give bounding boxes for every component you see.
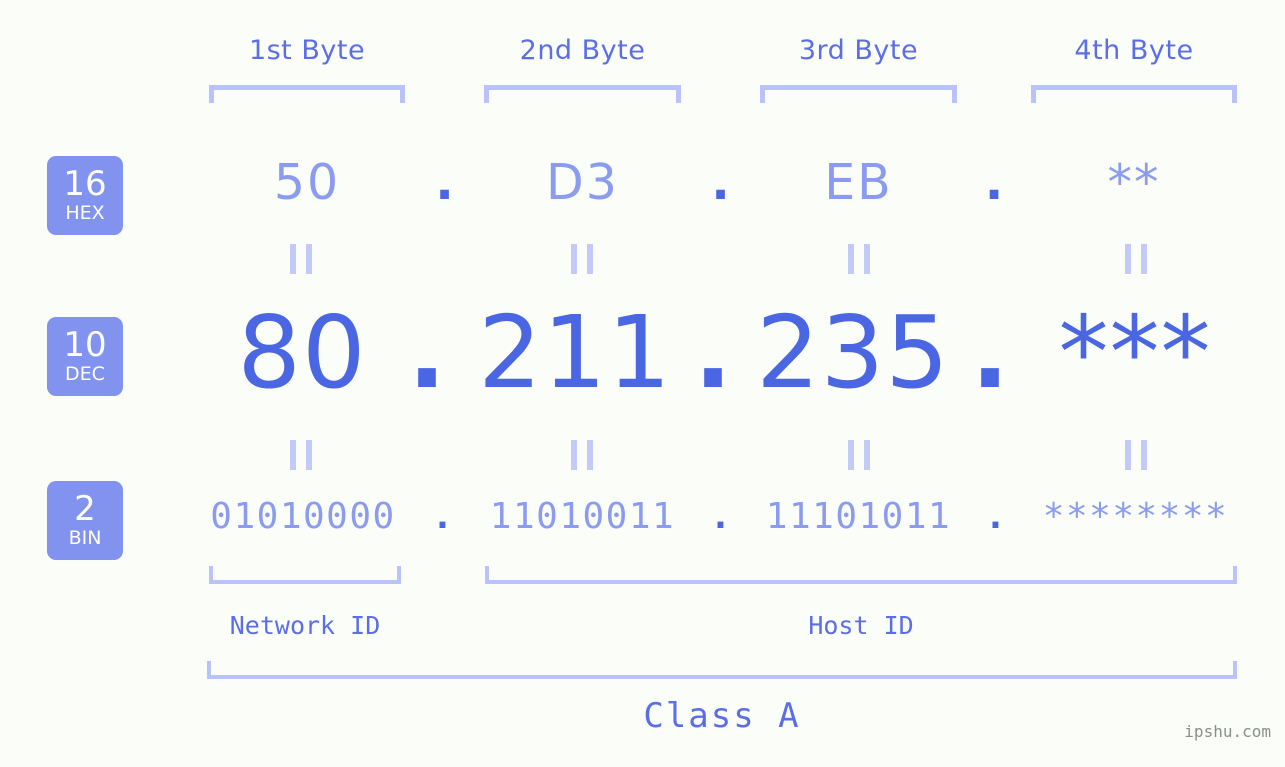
byte-header-4: 4th Byte — [1074, 35, 1194, 66]
byte-header-2: 2nd Byte — [519, 35, 646, 66]
host-id-bracket — [485, 566, 1237, 584]
bin-byte-3: 11101011 — [765, 496, 952, 537]
hex-separator-1: . — [435, 154, 454, 211]
dec-separator-1: . — [408, 294, 446, 411]
class-bracket — [207, 661, 1237, 679]
byte-header-1: 1st Byte — [248, 35, 366, 66]
hex-byte-4: ** — [1107, 154, 1161, 211]
ip-breakdown-diagram: 1st Byte 2nd Byte 3rd Byte 4th Byte 16 H… — [0, 0, 1285, 767]
equals-marker-top-1 — [290, 244, 312, 274]
network-id-bracket — [209, 566, 401, 584]
bin-separator-2: . — [709, 496, 732, 537]
bin-row: 01010000 . 11010011 . 11101011 . *******… — [0, 488, 1285, 558]
hex-row: 50 . D3 . EB . ** — [0, 150, 1285, 226]
bin-byte-4: ******** — [1042, 496, 1229, 537]
dec-byte-1: 80 — [237, 294, 367, 411]
equals-marker-top-3 — [848, 244, 870, 274]
equals-marker-bottom-4 — [1125, 440, 1147, 470]
hex-separator-2: . — [711, 154, 730, 211]
equals-marker-top-4 — [1125, 244, 1147, 274]
bin-separator-1: . — [431, 496, 454, 537]
equals-marker-top-2 — [571, 244, 593, 274]
bin-separator-3: . — [984, 496, 1007, 537]
network-id-label: Network ID — [229, 611, 381, 640]
dec-row: 80 . 211 . 235 . *** — [0, 295, 1285, 411]
host-id-label: Host ID — [808, 611, 914, 640]
watermark: ipshu.com — [1184, 722, 1271, 741]
bin-byte-1: 01010000 — [210, 496, 396, 537]
dec-byte-4: *** — [1058, 294, 1212, 411]
byte-bracket-4 — [1031, 85, 1237, 103]
equals-marker-bottom-1 — [290, 440, 312, 470]
dec-byte-3: 235 — [756, 294, 950, 411]
hex-byte-3: EB — [824, 154, 893, 211]
byte-header-3: 3rd Byte — [798, 35, 919, 66]
byte-bracket-2 — [484, 85, 681, 103]
hex-byte-1: 50 — [273, 154, 341, 211]
equals-marker-bottom-3 — [848, 440, 870, 470]
dec-separator-3: . — [971, 294, 1009, 411]
hex-separator-3: . — [984, 154, 1004, 211]
byte-bracket-1 — [209, 85, 405, 103]
hex-byte-2: D3 — [546, 154, 619, 211]
byte-bracket-3 — [760, 85, 957, 103]
equals-marker-bottom-2 — [571, 440, 593, 470]
bin-byte-2: 11010011 — [489, 496, 676, 537]
class-label: Class A — [643, 696, 801, 736]
dec-byte-2: 211 — [478, 294, 672, 411]
